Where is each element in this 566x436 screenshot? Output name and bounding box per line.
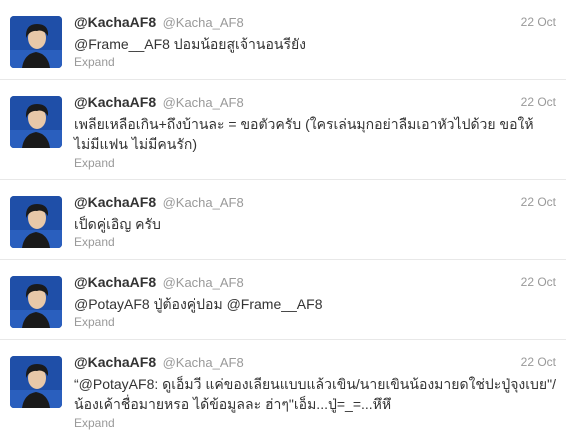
avatar[interactable] (10, 196, 62, 248)
author-handle[interactable]: @Kacha_AF8 (163, 195, 244, 210)
profile-photo-icon (10, 196, 62, 248)
author-name[interactable]: @KachaAF8 (74, 194, 156, 210)
expand-link[interactable]: Expand (74, 235, 115, 249)
tweet-text: เพลียเหลือเกิน+ถึงบ้านละ = ขอตัวครับ (ใค… (74, 116, 534, 152)
tweet-text: @PotayAF8 ปู่ต้องคู่ปอม @Frame__AF8 (74, 296, 323, 312)
expand-link[interactable]: Expand (74, 315, 115, 329)
profile-photo-icon (10, 356, 62, 408)
avatar[interactable] (10, 16, 62, 68)
tweet-item[interactable]: @KachaAF8 @Kacha_AF8 22 Oct @PotayAF8 ปู… (0, 260, 566, 340)
tweet-header: @KachaAF8 @Kacha_AF8 22 Oct (74, 354, 556, 372)
tweet-item[interactable]: @KachaAF8 @Kacha_AF8 22 Oct เพลียเหลือเก… (0, 80, 566, 180)
author-handle[interactable]: @Kacha_AF8 (163, 275, 244, 290)
tweet-text: “@PotayAF8: ดูเอ็มวี แค่ของเลียนแบบแล้วเ… (74, 376, 556, 412)
avatar[interactable] (10, 96, 62, 148)
expand-link[interactable]: Expand (74, 55, 115, 69)
tweet-text: @Frame__AF8 ปอมน้อยสูเจ้านอนรียัง (74, 36, 307, 52)
tweet-header: @KachaAF8 @Kacha_AF8 22 Oct (74, 94, 556, 112)
author-name[interactable]: @KachaAF8 (74, 274, 156, 290)
author-name[interactable]: @KachaAF8 (74, 354, 156, 370)
tweet-date[interactable]: 22 Oct (521, 15, 556, 29)
author-handle[interactable]: @Kacha_AF8 (163, 15, 244, 30)
expand-link[interactable]: Expand (74, 416, 115, 430)
tweet-item[interactable]: @KachaAF8 @Kacha_AF8 22 Oct เป็ดคู่เอิญ … (0, 180, 566, 260)
tweet-date[interactable]: 22 Oct (521, 195, 556, 209)
tweet-text: เป็ดคู่เอิญ ครับ (74, 216, 161, 232)
profile-photo-icon (10, 276, 62, 328)
avatar[interactable] (10, 356, 62, 408)
expand-link[interactable]: Expand (74, 156, 115, 170)
author-handle[interactable]: @Kacha_AF8 (163, 95, 244, 110)
author-handle[interactable]: @Kacha_AF8 (163, 355, 244, 370)
tweet-header: @KachaAF8 @Kacha_AF8 22 Oct (74, 194, 556, 212)
author-name[interactable]: @KachaAF8 (74, 14, 156, 30)
avatar[interactable] (10, 276, 62, 328)
tweet-timeline: @KachaAF8 @Kacha_AF8 22 Oct @Frame__AF8 … (0, 0, 566, 436)
tweet-date[interactable]: 22 Oct (521, 95, 556, 109)
tweet-header: @KachaAF8 @Kacha_AF8 22 Oct (74, 274, 556, 292)
author-name[interactable]: @KachaAF8 (74, 94, 156, 110)
profile-photo-icon (10, 96, 62, 148)
tweet-item[interactable]: @KachaAF8 @Kacha_AF8 22 Oct “@PotayAF8: … (0, 340, 566, 436)
tweet-header: @KachaAF8 @Kacha_AF8 22 Oct (74, 14, 556, 32)
tweet-item[interactable]: @KachaAF8 @Kacha_AF8 22 Oct @Frame__AF8 … (0, 0, 566, 80)
profile-photo-icon (10, 16, 62, 68)
tweet-date[interactable]: 22 Oct (521, 275, 556, 289)
tweet-date[interactable]: 22 Oct (521, 355, 556, 369)
